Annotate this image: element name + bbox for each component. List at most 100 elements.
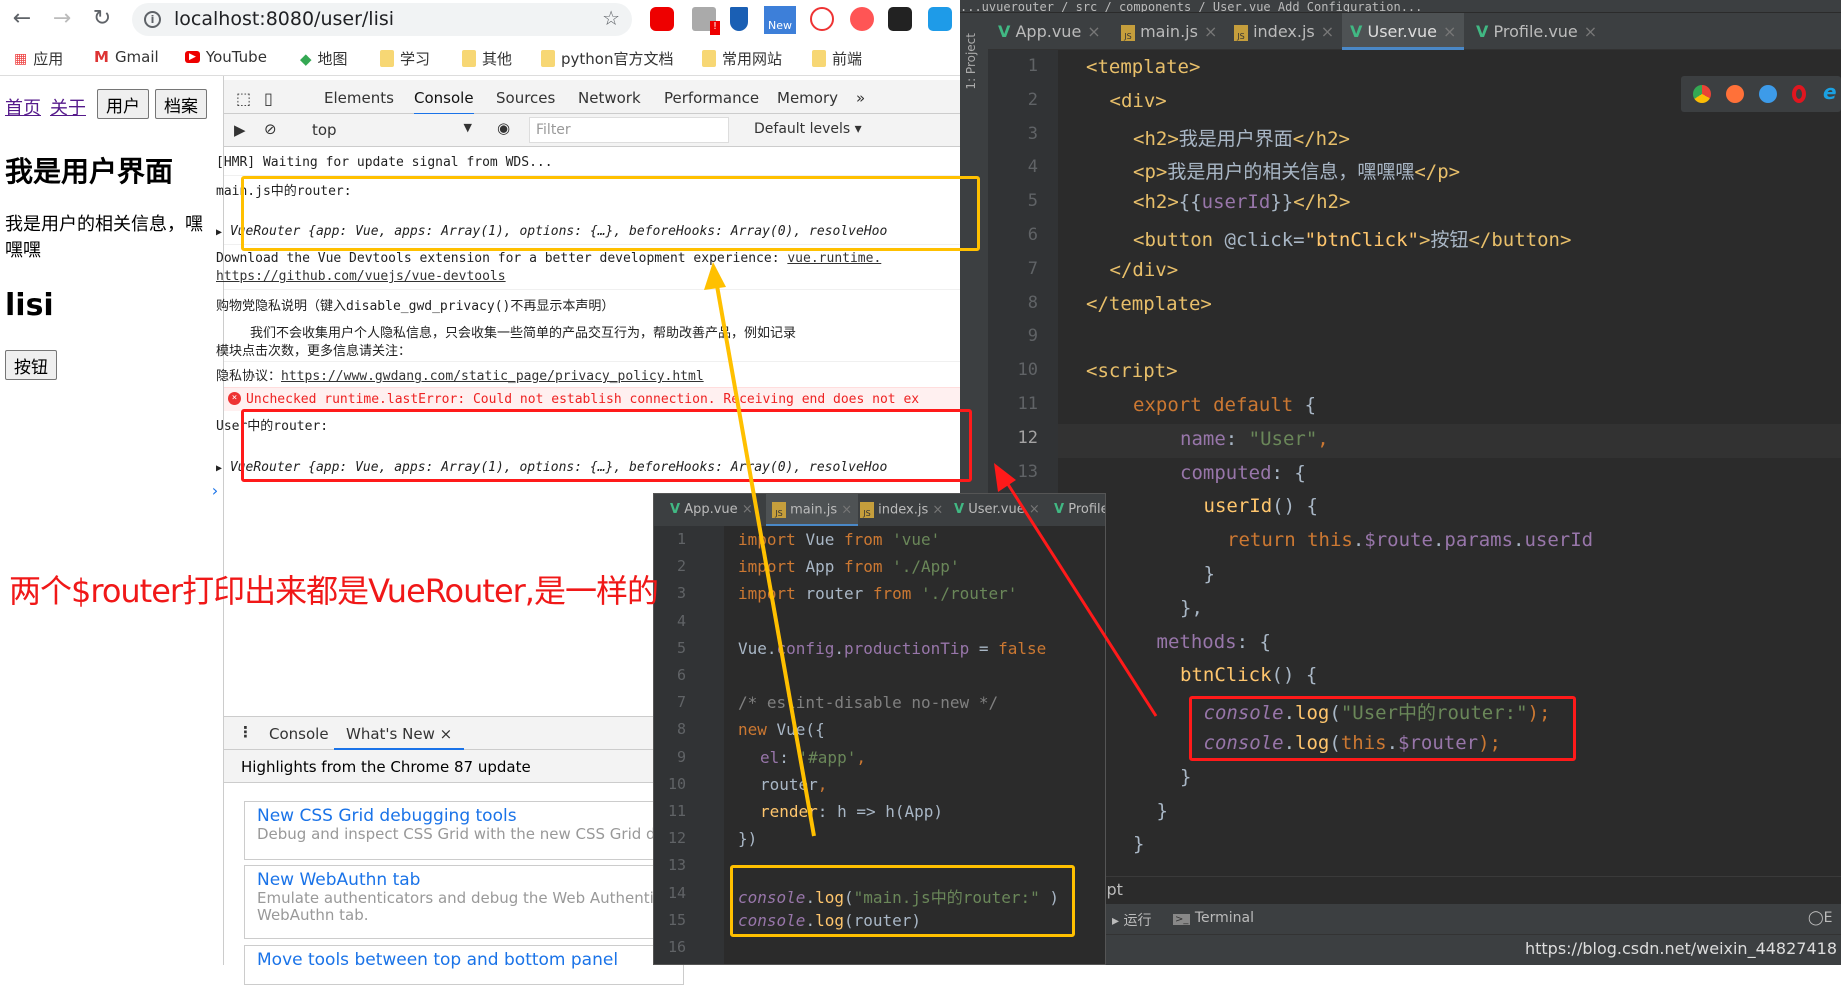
folder-icon	[541, 50, 555, 67]
code-editor[interactable]: <template> <div> <h2>我是用户界面</h2> <p>我是用户的相关…	[1058, 50, 1841, 885]
close-tab-icon[interactable]: ×	[1087, 22, 1100, 41]
chrome-icon[interactable]	[1693, 85, 1711, 103]
extension-warning-icon[interactable]: !	[692, 7, 720, 35]
bookmark-star-icon[interactable]: ☆	[602, 6, 620, 30]
card-desc: Debug and inspect CSS Grid with the new …	[257, 825, 683, 843]
about-link[interactable]: 关于	[50, 94, 86, 120]
forward-icon[interactable]: →	[48, 6, 76, 31]
hex-extension-icon[interactable]	[928, 7, 952, 31]
more-tabs-button[interactable]: »	[856, 89, 865, 107]
code-token: () {	[1271, 664, 1318, 687]
tab-network[interactable]: Network	[578, 89, 641, 107]
opera-icon[interactable]	[1792, 85, 1806, 103]
editor-tab[interactable]: V User.vue ×	[954, 502, 1040, 517]
close-tab-icon[interactable]: ×	[1584, 22, 1597, 41]
close-tab-icon[interactable]: ×	[1443, 22, 1456, 41]
editor-tab-active[interactable]: V User.vue ×	[1342, 13, 1465, 50]
editor-tab[interactable]: JS index.js ×	[860, 502, 943, 518]
glasses-extension-icon[interactable]	[888, 7, 912, 31]
tab-sources[interactable]: Sources	[496, 89, 555, 107]
editor-tab[interactable]: V Profile	[1054, 502, 1105, 517]
expand-triangle-icon[interactable]: ▶	[216, 463, 222, 474]
code-token: .	[1513, 529, 1525, 552]
close-tab-icon[interactable]: ×	[1321, 22, 1334, 41]
sidebar-toggle-icon[interactable]: ▶	[234, 121, 246, 139]
bookmark-folder[interactable]: 其他	[462, 48, 512, 69]
live-expression-eye-icon[interactable]: ◉	[497, 119, 510, 137]
home-link[interactable]: 首页	[5, 94, 41, 120]
terminal-tool-button[interactable]: >_ Terminal	[1173, 910, 1254, 926]
firefox-icon[interactable]	[1726, 85, 1744, 103]
code-token: from	[843, 530, 893, 549]
tab-memory[interactable]: Memory	[777, 89, 838, 107]
bookmark-folder[interactable]: python官方文档	[541, 48, 673, 69]
clear-console-icon[interactable]: ⊘	[264, 120, 277, 138]
bookmark-apps[interactable]: ▦ 应用	[14, 48, 63, 69]
editor-tab[interactable]: JS index.js ×	[1234, 22, 1334, 41]
inspect-element-icon[interactable]: ⬚	[236, 89, 251, 108]
close-tab-icon[interactable]: ×	[1029, 502, 1040, 517]
privacy-link[interactable]: https://www.gwdang.com/static_page/priva…	[281, 369, 704, 384]
whats-new-card[interactable]: New WebAuthn tab Emulate authenticators a…	[244, 865, 684, 939]
new-extension-icon[interactable]: New	[764, 6, 796, 34]
bookmark-folder[interactable]: 常用网站	[702, 48, 782, 69]
device-toolbar-icon[interactable]: ▯	[264, 89, 273, 108]
code-editor[interactable]: import Vue from 'vue' import App from './…	[724, 526, 1105, 964]
code-token: </button>	[1468, 229, 1572, 251]
devtools-link[interactable]: https://github.com/vuejs/vue-devtools	[216, 269, 506, 284]
console-object[interactable]: ▶ VueRouter {app: Vue, apps: Array(1), o…	[216, 460, 887, 475]
address-bar[interactable]: i localhost:8080/user/lisi ☆	[132, 3, 632, 36]
bookmark-maps[interactable]: ◆ 地图	[300, 48, 348, 69]
site-info-icon[interactable]: i	[144, 11, 161, 28]
tab-console[interactable]: Console	[414, 89, 474, 116]
context-select[interactable]: top ▼	[312, 121, 472, 139]
tab-elements[interactable]: Elements	[324, 89, 394, 107]
close-tab-icon[interactable]: ×	[742, 502, 753, 517]
whats-new-card[interactable]: Move tools between top and bottom panel	[244, 945, 684, 985]
drawer-menu-icon[interactable]: ⋮	[238, 723, 253, 741]
console-object[interactable]: ▶ VueRouter {app: Vue, apps: Array(1), o…	[216, 224, 887, 239]
reload-icon[interactable]: ↻	[88, 6, 116, 31]
close-tab-icon[interactable]: ×	[841, 503, 852, 518]
adblock-extension-icon[interactable]	[650, 7, 674, 31]
editor-tab-active[interactable]: JS main.js ×	[766, 494, 859, 526]
vpn-extension-icon[interactable]	[730, 7, 748, 31]
event-log-label: E	[1823, 910, 1833, 926]
editor-tab[interactable]: V App.vue ×	[670, 502, 753, 517]
console-prompt[interactable]: ›	[210, 481, 220, 500]
drawer-tab-console[interactable]: Console	[269, 725, 329, 743]
bookmark-folder[interactable]: 学习	[380, 48, 430, 69]
close-tab-icon[interactable]: ×	[440, 725, 453, 743]
action-button[interactable]: 按钮	[5, 350, 57, 380]
log-levels-select[interactable]: Default levels ▾	[754, 121, 862, 137]
run-tool-button[interactable]: ▸ 运行	[1112, 910, 1151, 930]
bookmark-gmail[interactable]: M Gmail	[94, 48, 159, 66]
play-extension-icon[interactable]	[810, 7, 834, 31]
profile-button[interactable]: 档案	[155, 89, 207, 119]
user-button[interactable]: 用户	[97, 89, 149, 119]
source-link[interactable]: vue.runtime.	[787, 251, 881, 266]
editor-tab[interactable]: V App.vue ×	[998, 22, 1101, 41]
back-icon[interactable]: ←	[8, 6, 36, 31]
vue-file-icon: V	[1350, 22, 1363, 41]
bookmark-youtube[interactable]: ▶ YouTube	[185, 48, 267, 66]
filter-input[interactable]: Filter	[529, 117, 729, 143]
editor-tab[interactable]: JS main.js ×	[1121, 22, 1217, 41]
drawer-tab-whats-new[interactable]: What's New ×	[334, 717, 465, 750]
code-token: : {	[1236, 630, 1271, 653]
infinity-extension-icon[interactable]	[850, 7, 874, 31]
bookmark-folder[interactable]: 前端	[812, 48, 862, 69]
code-line: console.log(this.$router);	[1204, 732, 1502, 754]
project-label[interactable]: 1: Project	[964, 33, 978, 90]
ie-icon[interactable]: e	[1823, 80, 1841, 104]
editor-tab[interactable]: V Profile.vue ×	[1476, 22, 1597, 41]
code-line: },	[1180, 597, 1203, 619]
whats-new-card[interactable]: New CSS Grid debugging tools Debug and in…	[244, 801, 684, 860]
tab-performance[interactable]: Performance	[664, 89, 759, 107]
event-log-button[interactable]: ◯E	[1808, 910, 1833, 926]
close-tab-icon[interactable]: ×	[932, 503, 943, 518]
safari-icon[interactable]	[1759, 85, 1777, 103]
close-tab-icon[interactable]: ×	[1204, 22, 1217, 41]
expand-triangle-icon[interactable]: ▶	[216, 227, 222, 238]
code-token: </p>	[1414, 161, 1461, 184]
